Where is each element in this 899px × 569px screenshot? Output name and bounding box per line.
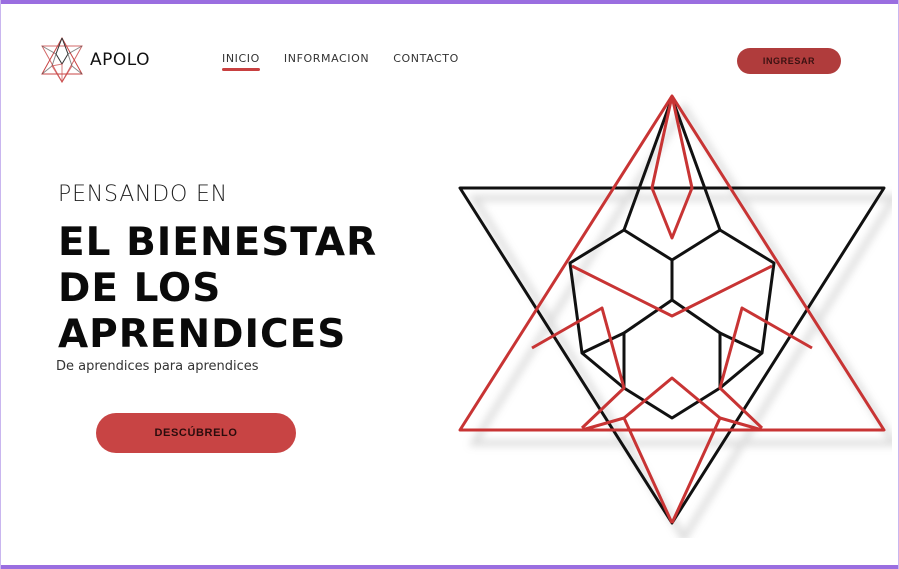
hero-pre-title: PENSANDO EN (58, 182, 228, 207)
login-button[interactable]: INGRESAR (737, 48, 841, 74)
nav-item-inicio[interactable]: INICIO (222, 52, 260, 71)
hero-title-line-3: APRENDICES (58, 312, 347, 357)
main-nav: INICIO INFORMACION CONTACTO (222, 52, 459, 71)
nav-item-contacto[interactable]: CONTACTO (393, 52, 459, 71)
illustration-shadow (468, 102, 892, 538)
hero-title-line-2: DE LOS (58, 266, 222, 311)
hero-subtitle: De aprendices para aprendices (56, 359, 259, 374)
red-tetrahedron (458, 94, 886, 524)
window-frame-bottom (0, 565, 899, 569)
dark-tetrahedron (458, 97, 886, 525)
nav-item-informacion[interactable]: INFORMACION (284, 52, 369, 71)
logo-link[interactable]: APOLO (38, 36, 150, 84)
window-frame-left (0, 0, 1, 569)
window-frame-top (0, 0, 899, 4)
brand-name: APOLO (90, 50, 151, 70)
hero-title: EL BIENESTAR DE LOS APRENDICES (58, 220, 438, 358)
hero-title-line-1: EL BIENESTAR (58, 220, 378, 265)
discover-button[interactable]: DESCÚBRELO (96, 413, 296, 453)
star-tetrahedron-illustration (458, 94, 892, 538)
star-tetrahedron-logo-icon (41, 36, 83, 84)
